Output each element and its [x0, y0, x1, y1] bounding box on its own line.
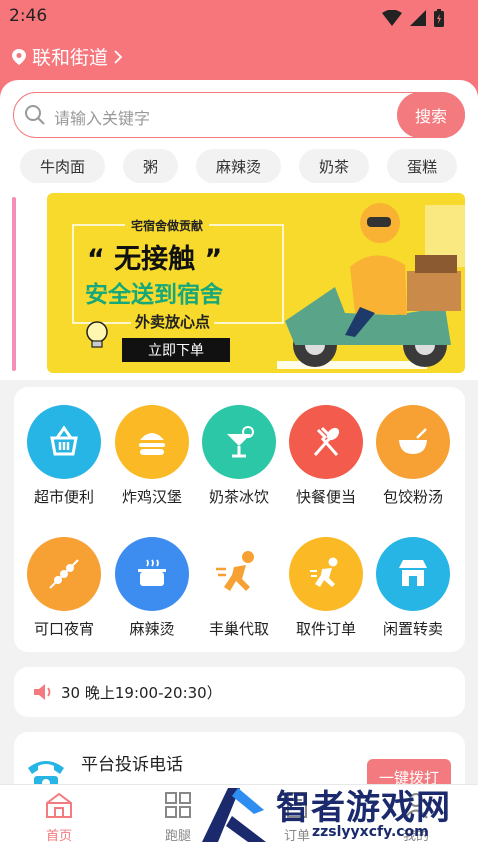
category-item[interactable]: 奶茶冰饮: [195, 405, 283, 507]
complaint-title: 平台投诉电话: [81, 755, 183, 775]
grid-icon: [165, 792, 191, 818]
chevron-right-icon: [114, 49, 123, 64]
bowl-icon: [376, 405, 450, 479]
watermark-url: zzslyyxcfy.com: [312, 824, 429, 840]
delivery-rider-illustration: [285, 203, 465, 367]
promo-banner[interactable]: 宅宿舍做贡献 “ 无接触 ” 安全送到宿舍 外卖放心点 立即下单: [47, 193, 465, 373]
tab-home[interactable]: 首页: [24, 791, 94, 844]
tag-item[interactable]: 奶茶: [299, 149, 370, 183]
category-grid: 超市便利 炸鸡汉堡 奶茶冰饮 快餐便当 包饺粉汤 可口夜宵 麻辣烫 丰巢代取 取…: [14, 387, 465, 652]
banner-prev-edge: [12, 197, 16, 371]
category-item[interactable]: 包饺粉汤: [369, 405, 457, 507]
tag-item[interactable]: 粥: [123, 149, 179, 183]
banner-tagline: 外卖放心点: [131, 311, 215, 332]
category-item[interactable]: 炸鸡汉堡: [108, 405, 196, 507]
lightbulb-icon: [86, 321, 108, 348]
watermark-title: 智者游戏网: [276, 788, 451, 828]
tag-item[interactable]: 蛋糕: [387, 149, 458, 183]
burger-icon: [115, 405, 189, 479]
location-selector[interactable]: 联和街道: [12, 43, 123, 70]
category-label: 丰巢代取: [208, 620, 269, 638]
category-label: 炸鸡汉堡: [121, 488, 182, 506]
category-label: 包饺粉汤: [382, 488, 443, 506]
watermark: 智者游戏网 zzslyyxcfy.com: [196, 774, 478, 850]
banner-subline: 安全送到宿舍: [85, 282, 223, 308]
tag-item[interactable]: 牛肉面: [20, 149, 106, 183]
drink-icon: [202, 405, 276, 479]
category-item[interactable]: 快餐便当: [282, 405, 370, 507]
category-label: 可口夜宵: [33, 620, 94, 638]
runner-icon: [202, 537, 276, 611]
notice-text: 30 晚上19:00-20:30）: [61, 684, 222, 702]
runner-circle-icon: [289, 537, 363, 611]
watermark-logo-icon: [202, 788, 266, 842]
category-label: 闲置转卖: [382, 620, 443, 638]
category-label: 超市便利: [33, 488, 94, 506]
wifi-icon: [382, 10, 402, 26]
category-item[interactable]: 超市便利: [20, 405, 108, 507]
signal-icon: [410, 10, 426, 26]
tab-label: 首页: [45, 829, 72, 844]
location-pin-icon: [12, 48, 26, 65]
search-icon: [25, 105, 45, 125]
pot-icon: [115, 537, 189, 611]
search-bar[interactable]: 请输入关键字 搜索: [13, 92, 465, 138]
banner-top-text: 宅宿舍做贡献: [125, 217, 210, 234]
category-label: 取件订单: [295, 620, 356, 638]
battery-icon: [434, 9, 444, 27]
tag-item[interactable]: 麻辣烫: [196, 149, 282, 183]
category-label: 快餐便当: [295, 488, 356, 506]
fork-spoon-icon: [289, 405, 363, 479]
speaker-icon: [34, 684, 51, 700]
status-bar: 2:46: [0, 0, 478, 34]
category-item[interactable]: 可口夜宵: [20, 537, 108, 639]
banner-order-button[interactable]: 立即下单: [122, 338, 230, 362]
category-item[interactable]: 丰巢代取: [195, 537, 283, 639]
category-label: 麻辣烫: [129, 620, 175, 638]
search-button[interactable]: 搜索: [397, 92, 465, 138]
category-item[interactable]: 取件订单: [282, 537, 370, 639]
notice-bar[interactable]: 30 晚上19:00-20:30）: [14, 667, 465, 717]
hot-tags: 牛肉面 粥 麻辣烫 奶茶 蛋糕: [20, 149, 458, 183]
search-input[interactable]: 请输入关键字: [54, 105, 150, 129]
banner-headline: “ 无接触 ”: [87, 244, 223, 275]
shop-icon: [376, 537, 450, 611]
basket-icon: [27, 405, 101, 479]
home-icon: [46, 792, 72, 818]
location-name: 联和街道: [32, 47, 109, 69]
skewer-icon: [27, 537, 101, 611]
category-item[interactable]: 闲置转卖: [369, 537, 457, 639]
category-item[interactable]: 麻辣烫: [108, 537, 196, 639]
category-label: 奶茶冰饮: [208, 488, 269, 506]
status-time: 2:46: [9, 6, 48, 26]
